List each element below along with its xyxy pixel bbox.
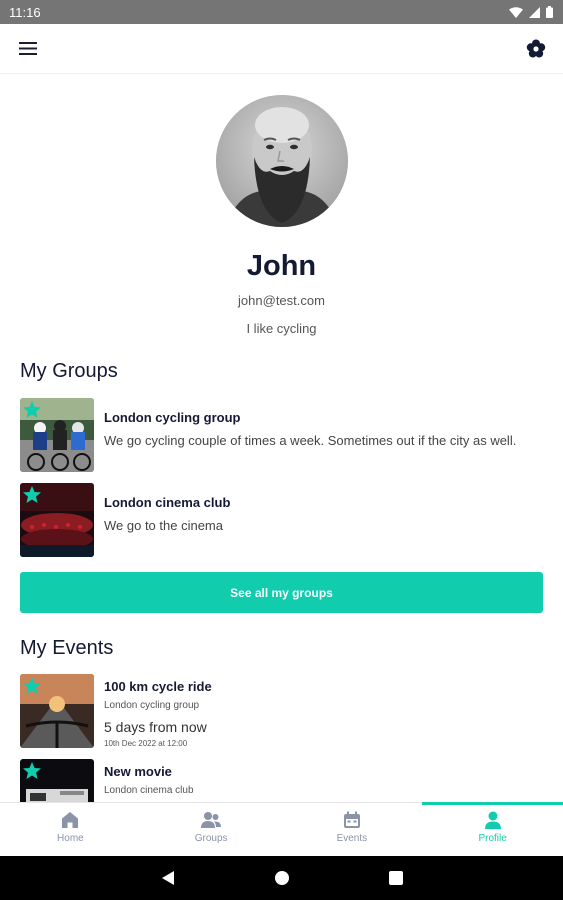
events-section-title: My Events <box>20 637 114 659</box>
event-card-body: 100 km cycle ride London cycling group 5… <box>104 674 543 748</box>
group-card-body: London cinema club We go to the cinema <box>104 483 543 557</box>
home-icon <box>62 812 79 828</box>
profile-bio: I like cycling <box>246 321 317 336</box>
group-thumbnail <box>20 483 94 557</box>
profile-email: john@test.com <box>238 293 325 308</box>
nav-item-profile[interactable]: Profile <box>422 802 563 856</box>
status-bar: 11:16 <box>0 0 563 24</box>
event-group: London cycling group <box>104 700 200 711</box>
favourite-star-icon[interactable] <box>22 761 42 781</box>
status-icons <box>509 6 553 18</box>
system-navigation-bar <box>0 856 563 900</box>
group-card-cinema[interactable]: London cinema club We go to the cinema <box>20 483 543 557</box>
back-icon[interactable] <box>161 870 175 886</box>
bottom-navigation: Home Groups Events Profile <box>0 802 563 856</box>
recents-square-icon[interactable] <box>388 871 403 885</box>
favourite-star-icon[interactable] <box>22 485 42 505</box>
cell-signal-icon <box>529 6 540 18</box>
nav-item-home[interactable]: Home <box>0 803 141 856</box>
group-thumbnail <box>20 398 94 472</box>
battery-icon <box>546 6 553 18</box>
favourite-star-icon[interactable] <box>22 676 42 696</box>
event-date: 10th Dec 2022 at 12:00 <box>104 739 188 748</box>
profile-name: John <box>246 250 317 282</box>
event-thumbnail <box>20 674 94 748</box>
person-icon <box>484 811 501 829</box>
hamburger-menu-icon[interactable] <box>17 38 39 60</box>
event-name: New movie <box>104 764 172 779</box>
nav-label: Profile <box>478 833 507 844</box>
event-name: 100 km cycle ride <box>104 679 212 694</box>
event-card-cycle-ride[interactable]: 100 km cycle ride London cycling group 5… <box>20 674 543 748</box>
group-name: London cycling group <box>104 410 241 425</box>
nav-label: Groups <box>194 833 228 844</box>
event-card-new-movie[interactable]: New movie London cinema club <box>20 759 543 802</box>
nav-item-events[interactable]: Events <box>282 803 423 856</box>
event-relative-time: 5 days from now <box>104 719 207 735</box>
nav-label: Home <box>57 833 84 844</box>
wifi-icon <box>509 6 523 18</box>
groups-icon <box>201 812 222 828</box>
groups-section-title: My Groups <box>20 360 118 382</box>
app-bar <box>0 24 563 74</box>
status-time: 11:16 <box>9 4 41 20</box>
profile-content[interactable]: John john@test.com I like cycling My Gro… <box>0 75 563 802</box>
event-thumbnail <box>20 759 94 802</box>
event-group: London cinema club <box>104 785 194 796</box>
home-circle-icon[interactable] <box>274 871 289 885</box>
settings-flower-icon[interactable] <box>525 38 547 60</box>
event-card-body: New movie London cinema club <box>104 759 543 802</box>
group-description: We go to the cinema <box>104 518 223 533</box>
group-name: London cinema club <box>104 495 231 510</box>
app-screen: 11:16 John john@test.com I like cycling … <box>0 0 563 900</box>
favourite-star-icon[interactable] <box>22 400 42 420</box>
calendar-icon <box>343 811 360 828</box>
nav-item-groups[interactable]: Groups <box>141 803 282 856</box>
group-description: We go cycling couple of times a week. So… <box>104 433 517 448</box>
profile-avatar[interactable] <box>216 95 348 227</box>
see-all-groups-button[interactable]: See all my groups <box>20 572 543 613</box>
group-card-cycling[interactable]: London cycling group We go cycling coupl… <box>20 398 543 472</box>
nav-label: Events <box>336 833 368 844</box>
group-card-body: London cycling group We go cycling coupl… <box>104 398 543 472</box>
